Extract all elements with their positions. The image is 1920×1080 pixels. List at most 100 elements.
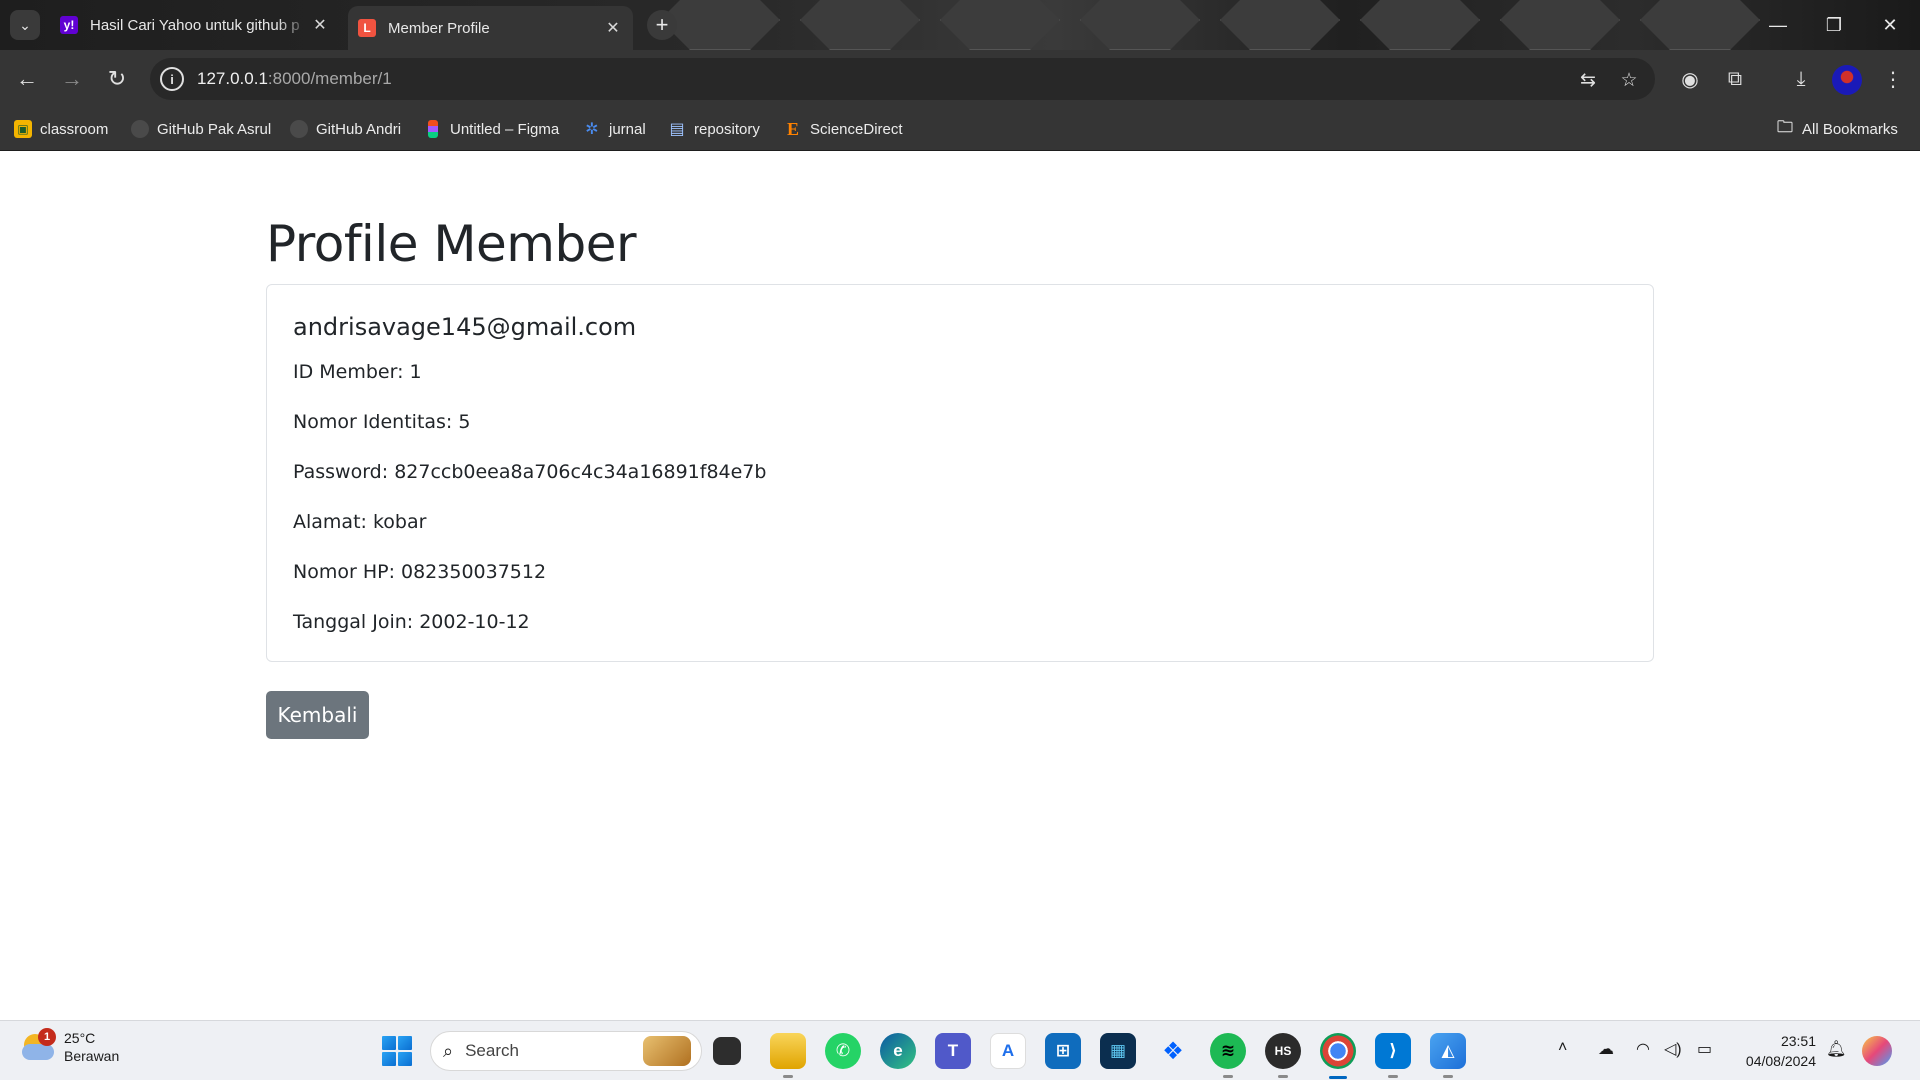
taskbar-search[interactable]: ⌕ Search (430, 1031, 702, 1071)
bookmark-label: GitHub Pak Asrul (157, 120, 272, 138)
close-icon[interactable]: ✕ (310, 15, 330, 35)
weather-widget[interactable]: 1 25°C Berawan (20, 1028, 120, 1065)
search-placeholder: Search (465, 1041, 519, 1060)
tab-title: Member Profile (388, 19, 490, 37)
document-icon: ▤ (669, 121, 685, 138)
bookmark-sciencedirect[interactable]: E ScienceDirect (784, 117, 903, 141)
bookmarks-bar: ▣ classroom GitHub Pak Asrul GitHub Andr… (0, 107, 1920, 151)
page-content: Profile Member andrisavage145@gmail.com … (0, 151, 1920, 1020)
microsoft-store-icon[interactable]: ⊞ (1045, 1033, 1081, 1069)
photos-icon[interactable]: ◭ (1430, 1033, 1466, 1078)
battery-icon[interactable]: ▭ (1697, 1039, 1712, 1059)
notification-badge: 1 (38, 1028, 56, 1046)
bookmark-github-pak-asrul[interactable]: GitHub Pak Asrul (131, 117, 271, 141)
back-button[interactable]: Kembali (266, 691, 369, 739)
bookmark-label: All Bookmarks (1802, 120, 1898, 138)
spotify-icon[interactable]: ≋ (1210, 1033, 1246, 1078)
clock-time: 23:51 (1780, 1033, 1816, 1049)
profile-avatar[interactable] (1832, 65, 1862, 95)
clock-date: 04/08/2024 (1745, 1053, 1816, 1069)
volume-icon[interactable]: ◁) (1664, 1039, 1682, 1059)
menu-kebab-icon[interactable]: ⋮ (1876, 62, 1910, 96)
tab-title: Hasil Cari Yahoo untuk github p (90, 16, 300, 34)
field-nomor-hp: Nomor HP: 082350037512 (293, 561, 547, 583)
vscode-icon[interactable]: ⟩ (1375, 1033, 1411, 1078)
back-arrow-icon[interactable]: ← (10, 62, 44, 96)
bookmark-label: GitHub Andri (316, 120, 402, 138)
url-text[interactable]: 127.0.0.1:8000/member/1 (197, 69, 392, 89)
field-alamat: Alamat: kobar (293, 511, 427, 533)
search-icon: ⌕ (443, 1040, 454, 1061)
translate-icon[interactable]: ⇆ (1575, 67, 1601, 93)
address-bar[interactable]: i 127.0.0.1:8000/member/1 ⇆ ☆ (150, 58, 1655, 100)
reload-icon[interactable]: ↻ (100, 62, 134, 96)
azure-data-studio-icon[interactable]: ▦ (1100, 1033, 1136, 1069)
notification-bell-icon[interactable]: 🔔︎ (1826, 1039, 1846, 1059)
weather-cloud-icon: 1 (20, 1028, 56, 1062)
yahoo-icon: y! (60, 16, 78, 34)
onedrive-icon[interactable]: ☁ (1598, 1039, 1614, 1059)
bookmark-label: classroom (40, 120, 109, 138)
browser-toolbar: ← → ↻ i 127.0.0.1:8000/member/1 ⇆ ☆ ◉ ⧉ … (0, 50, 1920, 107)
weather-temp: 25°C (64, 1030, 96, 1046)
bookmark-label: jurnal (609, 120, 646, 138)
site-info-icon[interactable]: i (160, 67, 184, 91)
folder-icon: 🗀 (1776, 118, 1793, 136)
bookmark-jurnal[interactable]: ✲ jurnal (583, 117, 646, 141)
weather-desc: Berawan (64, 1048, 120, 1064)
new-tab-button[interactable]: + (647, 10, 677, 40)
star-bookmark-icon[interactable]: ☆ (1616, 67, 1642, 93)
copilot-icon[interactable] (1862, 1036, 1892, 1066)
task-view-icon[interactable] (713, 1037, 741, 1065)
extensions-icon[interactable]: ⧉ (1718, 62, 1752, 96)
field-tanggal-join: Tanggal Join: 2002-10-12 (293, 611, 530, 633)
windows-taskbar: 1 25°C Berawan ⌕ Search ✆ e T A ⊞ ▦ ❖ ≋ … (0, 1020, 1920, 1080)
member-email: andrisavage145@gmail.com (293, 313, 637, 341)
all-bookmarks[interactable]: 🗀 All Bookmarks (1776, 117, 1898, 141)
bookmark-label: repository (694, 120, 760, 138)
bookmark-label: Untitled – Figma (450, 120, 560, 138)
system-clock[interactable]: 23:51 04/08/2024 (1736, 1031, 1816, 1071)
heidisql-icon[interactable]: HS (1265, 1033, 1301, 1078)
bookmark-figma[interactable]: Untitled – Figma (428, 117, 559, 141)
browser-tab-strip: ⌄ y! Hasil Cari Yahoo untuk github p ✕ L… (0, 0, 1920, 50)
edge-icon[interactable]: e (880, 1033, 916, 1069)
field-password: Password: 827ccb0eea8a706c4c34a16891f84e… (293, 461, 767, 483)
bookmark-github-andri[interactable]: GitHub Andri (290, 117, 401, 141)
search-highlight-image (643, 1036, 691, 1066)
figma-icon (428, 120, 438, 138)
teams-icon[interactable]: T (935, 1033, 971, 1069)
tab-yahoo[interactable]: y! Hasil Cari Yahoo untuk github p ✕ (50, 8, 340, 42)
app-store-icon[interactable]: A (990, 1033, 1026, 1069)
github-icon (131, 120, 149, 138)
page-title: Profile Member (266, 215, 637, 273)
close-icon[interactable]: ✕ (603, 18, 623, 38)
profile-card: andrisavage145@gmail.com ID Member: 1 No… (266, 284, 1654, 662)
download-icon[interactable]: ⤓ (1784, 62, 1818, 96)
minimize-icon[interactable]: — (1750, 0, 1806, 50)
tab-search-button[interactable]: ⌄ (10, 10, 40, 40)
windows-start-icon[interactable] (382, 1036, 412, 1066)
field-id-member: ID Member: 1 (293, 361, 422, 383)
window-close-icon[interactable]: ✕ (1862, 0, 1918, 50)
camera-icon[interactable]: ◉ (1673, 62, 1707, 96)
chevron-up-icon[interactable]: ˄ (1558, 1039, 1567, 1057)
bookmark-repository[interactable]: ▤ repository (668, 117, 760, 141)
dropbox-icon[interactable]: ❖ (1155, 1033, 1191, 1069)
whatsapp-icon[interactable]: ✆ (825, 1033, 861, 1069)
file-explorer-icon[interactable] (770, 1033, 806, 1078)
bookmark-classroom[interactable]: ▣ classroom (14, 117, 108, 141)
wifi-icon[interactable]: ◠ (1636, 1039, 1650, 1059)
bookmark-label: ScienceDirect (810, 120, 903, 138)
chevron-down-icon: ⌄ (19, 16, 31, 33)
theme-background (660, 0, 1760, 50)
classroom-icon: ▣ (14, 120, 32, 138)
laravel-icon: L (358, 19, 376, 37)
tab-member-profile[interactable]: L Member Profile ✕ (348, 6, 633, 50)
elsevier-icon: E (786, 118, 799, 139)
chrome-icon[interactable] (1320, 1033, 1356, 1079)
network-icon: ✲ (585, 121, 599, 138)
restore-icon[interactable]: ❐ (1806, 0, 1862, 50)
field-nomor-identitas: Nomor Identitas: 5 (293, 411, 471, 433)
forward-arrow-icon[interactable]: → (55, 62, 89, 96)
